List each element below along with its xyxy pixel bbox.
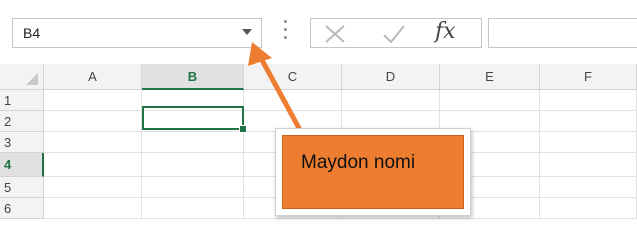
cell-f2[interactable] xyxy=(540,111,637,132)
cell-c1[interactable] xyxy=(244,90,342,111)
cell-d1[interactable] xyxy=(342,90,440,111)
cancel-x-icon[interactable] xyxy=(323,23,347,50)
row-header-2[interactable]: 2 xyxy=(0,111,44,132)
cell-f6[interactable] xyxy=(540,198,637,219)
name-box-dropdown-icon[interactable] xyxy=(242,29,252,35)
cell-b4[interactable] xyxy=(142,153,244,177)
cell-f3[interactable] xyxy=(540,132,637,153)
fill-handle[interactable] xyxy=(239,125,247,133)
cell-f4[interactable] xyxy=(540,153,637,177)
cell-a4[interactable] xyxy=(44,153,142,177)
column-header-b[interactable]: B xyxy=(142,64,244,90)
cell-b3[interactable] xyxy=(142,132,244,153)
column-header-a[interactable]: A xyxy=(44,64,142,90)
name-box[interactable]: B4 xyxy=(12,18,262,48)
active-cell-b4[interactable] xyxy=(142,106,244,130)
formula-bar: B4 fx xyxy=(0,0,637,64)
row-header-1[interactable]: 1 xyxy=(0,90,44,111)
column-header-f[interactable]: F xyxy=(540,64,637,90)
cell-b5[interactable] xyxy=(142,177,244,198)
formula-bar-buttons: fx xyxy=(310,18,482,48)
cell-a2[interactable] xyxy=(44,111,142,132)
formula-bar-resize-handle[interactable] xyxy=(284,20,287,42)
formula-input[interactable] xyxy=(488,18,637,48)
cell-e1[interactable] xyxy=(440,90,540,111)
column-header-d[interactable]: D xyxy=(342,64,440,90)
cell-a3[interactable] xyxy=(44,132,142,153)
select-all-button[interactable] xyxy=(0,64,44,90)
cell-a6[interactable] xyxy=(44,198,142,219)
cell-b6[interactable] xyxy=(142,198,244,219)
row-header-6[interactable]: 6 xyxy=(0,198,44,219)
checkmark-icon[interactable] xyxy=(381,23,407,50)
name-box-value: B4 xyxy=(23,25,41,41)
callout-box: Maydon nomi xyxy=(282,135,464,209)
cell-a5[interactable] xyxy=(44,177,142,198)
column-header-c[interactable]: C xyxy=(244,64,342,90)
name-box-callout: Maydon nomi xyxy=(275,128,471,216)
column-header-e[interactable]: E xyxy=(440,64,540,90)
insert-function-icon[interactable]: fx xyxy=(435,19,456,44)
callout-label: Maydon nomi xyxy=(301,152,416,173)
row-header-5[interactable]: 5 xyxy=(0,177,44,198)
cell-f5[interactable] xyxy=(540,177,637,198)
cell-a1[interactable] xyxy=(44,90,142,111)
cell-f1[interactable] xyxy=(540,90,637,111)
row-header-3[interactable]: 3 xyxy=(0,132,44,153)
row-header-4[interactable]: 4 xyxy=(0,153,44,177)
